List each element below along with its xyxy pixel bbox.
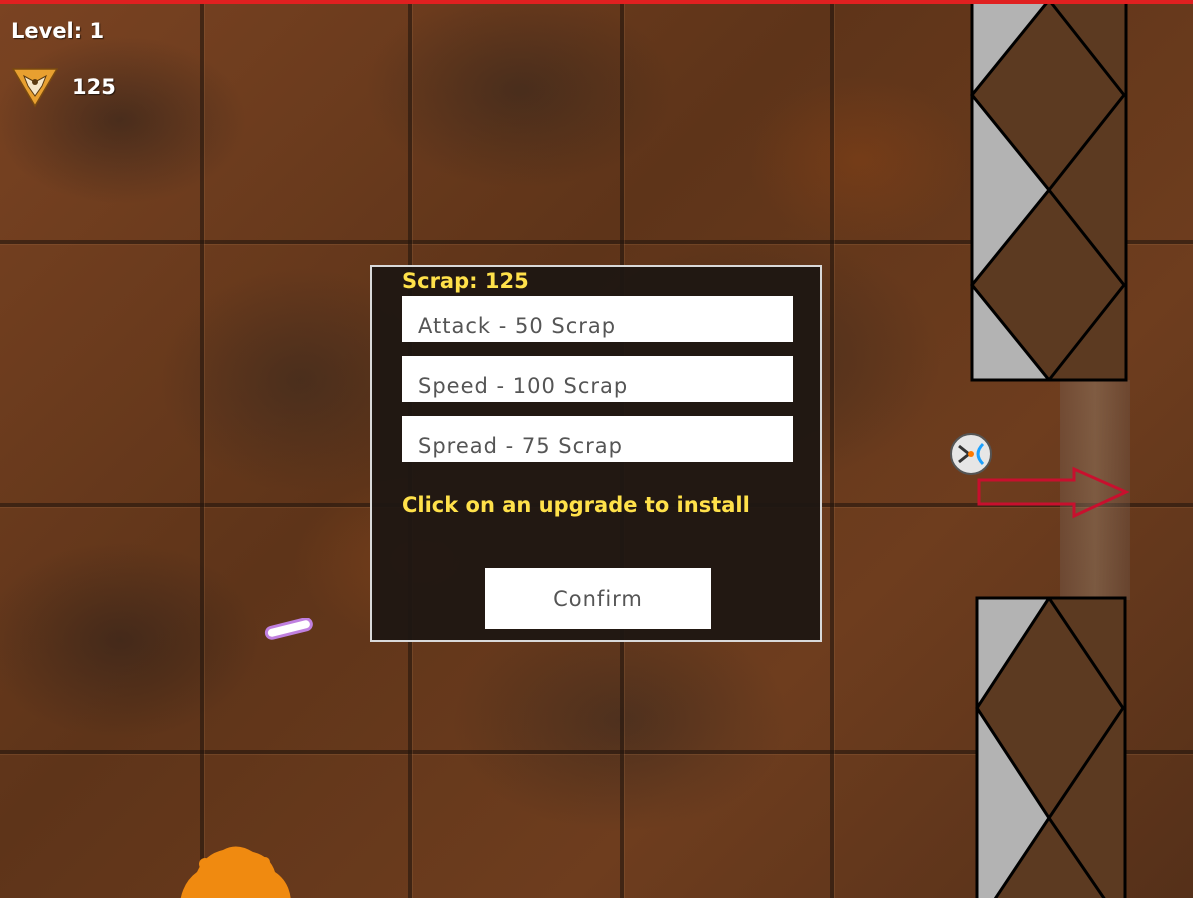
wall-block-bottom — [975, 596, 1127, 898]
wall-block-top — [970, 0, 1128, 382]
exit-arrow-icon — [977, 466, 1130, 519]
scrap-emblem-icon — [12, 68, 58, 108]
upgrade-spread-button[interactable]: Spread - 75 Scrap — [402, 416, 793, 462]
upgrade-modal: Scrap: 125 Attack - 50 Scrap Speed - 100… — [370, 265, 822, 642]
orange-splat — [180, 846, 291, 898]
confirm-button[interactable]: Confirm — [485, 568, 711, 629]
top-bar — [0, 0, 1193, 4]
projectile — [264, 618, 313, 640]
level-indicator: Level: 1 — [11, 19, 105, 43]
floor-tile-seam — [830, 0, 834, 898]
floor-tile-seam — [200, 0, 204, 898]
scrap-counter: 125 — [12, 66, 116, 108]
upgrade-hint: Click on an upgrade to install — [402, 493, 750, 517]
scrap-count: 125 — [72, 75, 116, 99]
modal-scrap-total: Scrap: 125 — [402, 269, 529, 293]
upgrade-attack-button[interactable]: Attack - 50 Scrap — [402, 296, 793, 342]
upgrade-speed-button[interactable]: Speed - 100 Scrap — [402, 356, 793, 402]
